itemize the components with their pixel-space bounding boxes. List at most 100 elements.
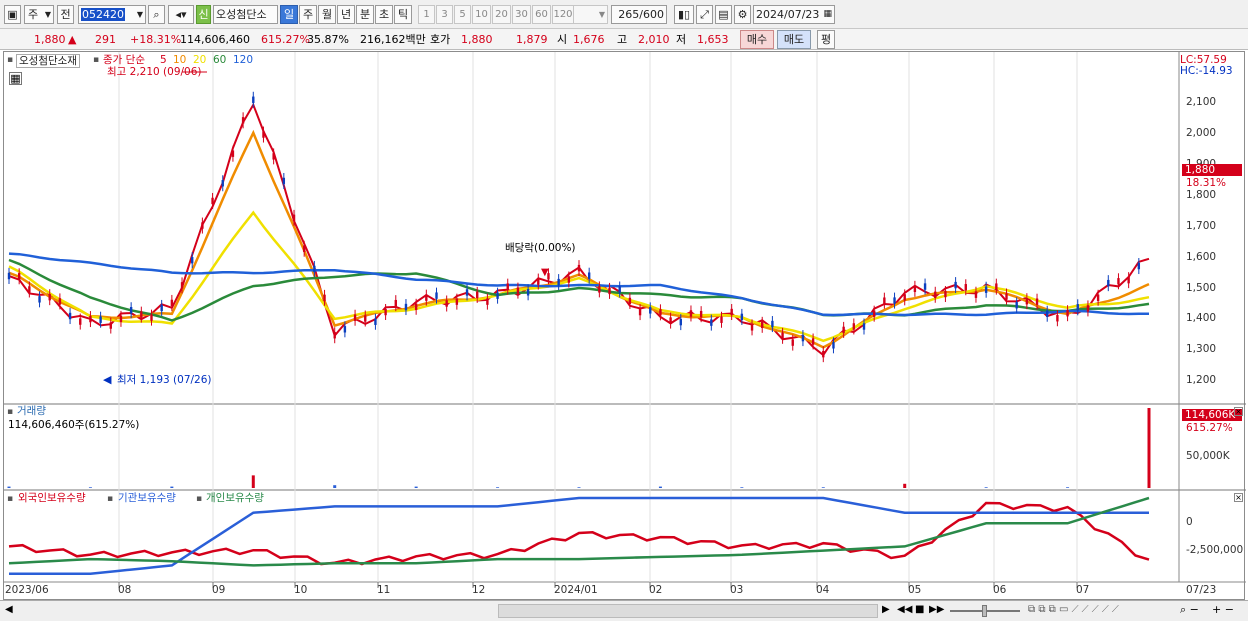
chart-area[interactable]: ◀ ▼ [3, 51, 1246, 601]
period-tab-6[interactable]: 틱 [394, 5, 412, 24]
y-tick: 1,600 [1186, 251, 1217, 263]
pane-handle-icon[interactable]: ▪ [107, 493, 113, 505]
close-icon[interactable]: × [1234, 407, 1243, 416]
candle-body [414, 303, 418, 310]
period-tab-4[interactable]: 분 [356, 5, 374, 24]
candle-body [211, 197, 214, 205]
y-tick: 1,800 [1186, 189, 1217, 201]
highest-label: 최고 2,210 (09/06) [107, 66, 202, 78]
rewind-icon[interactable]: ◀◀ [897, 604, 912, 616]
dividend-marker-arrow: ▼ [541, 267, 549, 278]
count-input[interactable]: 265/600 [611, 5, 667, 24]
buy-button[interactable]: 매수 [740, 30, 774, 49]
scroll-right-icon[interactable]: ▶ [882, 604, 890, 616]
candle-body [170, 299, 174, 307]
stop-icon[interactable]: ■ [915, 604, 924, 616]
grid-icon[interactable]: ▦ [9, 72, 22, 85]
ma-period-120: 120 [233, 54, 254, 66]
candle-body [801, 334, 805, 342]
period-tab-3[interactable]: 년 [337, 5, 355, 24]
period-tab-0[interactable]: 일 [280, 5, 298, 24]
candle-body [587, 272, 591, 279]
low-price: 1,653 [697, 33, 729, 46]
sell-button[interactable]: 매도 [777, 30, 811, 49]
candle-body [516, 287, 520, 294]
x-tick: 06 [993, 584, 1007, 596]
chart-tool-icon[interactable]: ⤢ [696, 5, 713, 24]
candle-body [404, 303, 408, 311]
candle-body [119, 315, 123, 323]
layout-icon[interactable]: ▣ [4, 5, 21, 24]
candle-body [160, 304, 163, 312]
interval-button-3[interactable]: 3 [436, 5, 453, 24]
zoom-out-icon[interactable]: ⌕ − [1180, 604, 1199, 616]
custom-interval-select[interactable]: ▼ [573, 5, 608, 24]
zoom-in-icon[interactable]: + − [1212, 604, 1234, 616]
interval-button-1[interactable]: 1 [418, 5, 435, 24]
period-tab-1[interactable]: 주 [299, 5, 317, 24]
speaker-icon[interactable]: ◂▾ [168, 5, 194, 24]
x-tick: 2024/01 [554, 584, 598, 596]
pane-handle-icon[interactable]: ▪ [7, 406, 13, 418]
candle-body [567, 276, 571, 283]
period-tab-5[interactable]: 초 [375, 5, 393, 24]
scroll-left-icon[interactable]: ◀ [5, 604, 13, 616]
candle-body [730, 308, 733, 316]
candle-body [1046, 310, 1049, 317]
interval-button-30[interactable]: 30 [512, 5, 531, 24]
candle-body [526, 289, 530, 296]
prev-button[interactable]: 전 [57, 5, 74, 24]
candle-body [1056, 315, 1059, 322]
volume-value: 114,606,460 [180, 33, 250, 46]
interval-button-10[interactable]: 10 [472, 5, 491, 24]
candle-body [68, 312, 72, 320]
scroll-thumb[interactable] [498, 604, 878, 618]
candle-body [761, 321, 764, 329]
pane-handle-icon[interactable]: ▪ [7, 54, 13, 66]
save-icon[interactable]: ▤ [715, 5, 732, 24]
volume-title: 거래량 [17, 405, 46, 417]
chart-tools-icon[interactable]: ⧉ ⧉ ⧉ ▭ ⟋ ⟋ ⟋ ⟋ ⟋ [1028, 604, 1119, 616]
interval-button-20[interactable]: 20 [492, 5, 511, 24]
ask-price: 1,880 [461, 33, 493, 46]
pane-handle-icon[interactable]: ▪ [7, 493, 13, 505]
interval-button-60[interactable]: 60 [532, 5, 551, 24]
candle-body [679, 318, 682, 326]
market-select[interactable]: 주 ▼ [24, 5, 54, 24]
close-icon[interactable]: × [1234, 493, 1243, 502]
stock-name-field[interactable]: 오성첨단소 [213, 5, 278, 24]
date-input[interactable]: 2024/07/23 ▦ [753, 5, 835, 24]
stock-chart[interactable]: ◀▼ [4, 52, 1246, 601]
interval-button-5[interactable]: 5 [454, 5, 471, 24]
zoom-slider-handle[interactable] [982, 605, 987, 617]
interval-button-120[interactable]: 120 [552, 5, 574, 24]
avg-button[interactable]: 평 [817, 30, 835, 49]
volume-bar [1147, 408, 1151, 488]
candle-body [832, 342, 835, 349]
volume-bar [1066, 487, 1070, 488]
code-input[interactable]: 052420 ▼ [78, 5, 146, 24]
period-tab-2[interactable]: 월 [318, 5, 336, 24]
lowest-label: 최저 1,193 (07/26) [117, 374, 212, 386]
pane-handle-icon[interactable]: ▪ [196, 493, 202, 505]
fast-forward-icon[interactable]: ▶▶ [929, 604, 944, 616]
low-marker-arrow: ◀ [103, 373, 112, 386]
gear-icon[interactable]: ⚙ [734, 5, 751, 24]
candle-body [903, 294, 906, 301]
pane-handle-icon[interactable]: ▪ [93, 54, 99, 66]
scroll-bar[interactable]: ◀ ▶ ◀◀ ■ ▶▶ ⧉ ⧉ ⧉ ▭ ⟋ ⟋ ⟋ ⟋ ⟋ ⌕ − + − [0, 600, 1248, 621]
candle-body [923, 283, 927, 290]
y-tick: 2,000 [1186, 127, 1217, 139]
hoga-label: 호가 [430, 33, 451, 46]
candle-body [689, 310, 693, 317]
candle-body [608, 287, 611, 295]
search-icon[interactable]: ⌕ [148, 5, 165, 24]
trade-amount: 216,162백만 [360, 33, 426, 46]
change-value: 291 [95, 33, 116, 46]
candle-body [740, 313, 744, 321]
legend-individual: 개인보유수량 [206, 492, 264, 504]
candle-icon[interactable]: ▮▯ [674, 5, 694, 24]
candle-body [99, 316, 102, 323]
candle-body [893, 297, 896, 304]
high-price: 2,010 [638, 33, 670, 46]
